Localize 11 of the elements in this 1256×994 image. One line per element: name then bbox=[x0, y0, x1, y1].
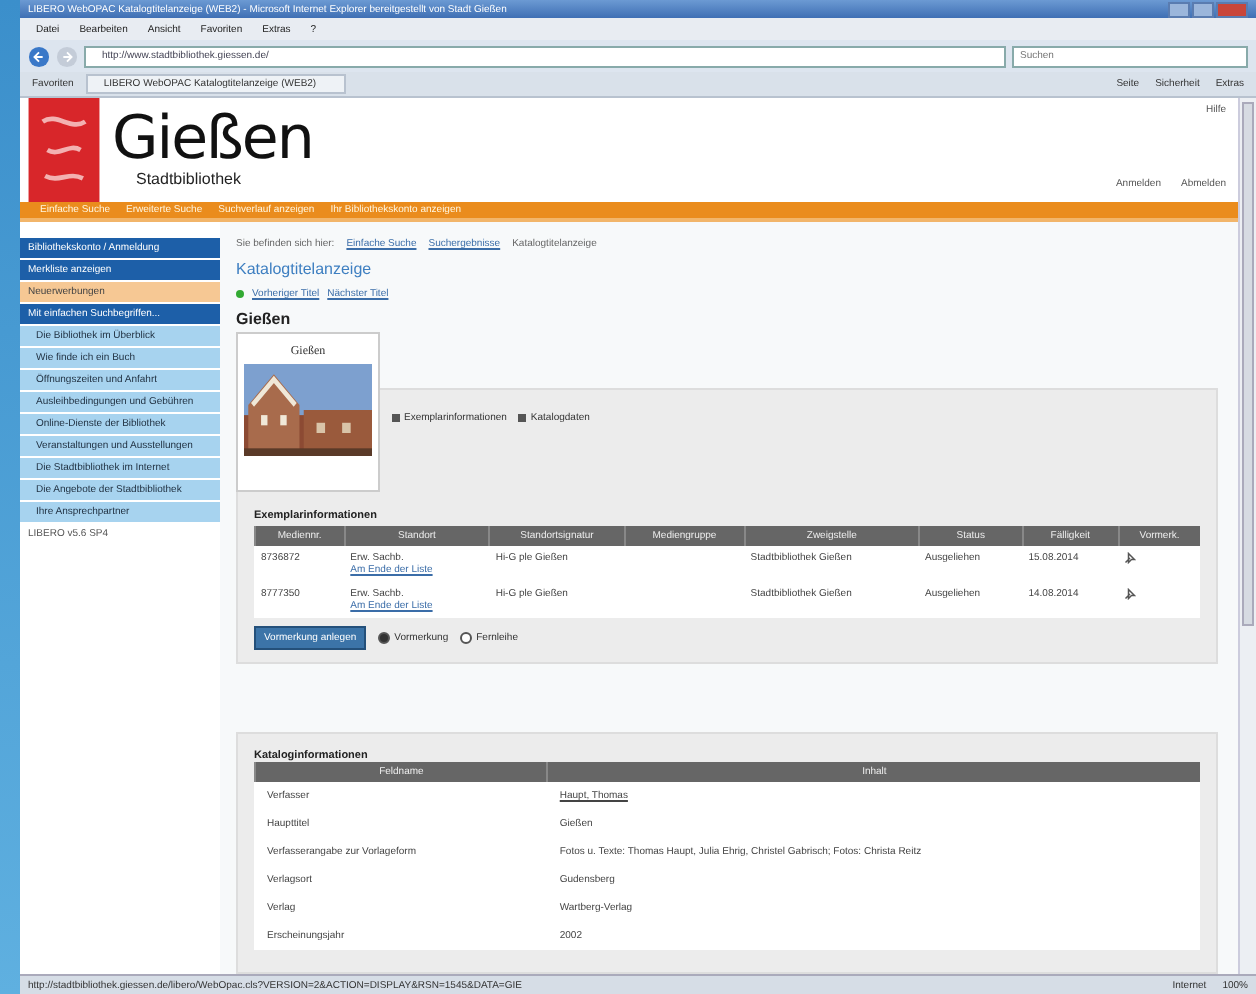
radio-button[interactable] bbox=[378, 632, 391, 644]
radio-button[interactable] bbox=[460, 632, 473, 644]
page-title: Katalogtitelanzeige bbox=[236, 260, 374, 278]
pin-icon[interactable] bbox=[1124, 588, 1137, 600]
scrollbar-thumb[interactable] bbox=[1242, 102, 1254, 626]
back-icon[interactable] bbox=[28, 45, 50, 67]
bullet-icon bbox=[236, 290, 244, 298]
logo-subtitle: Stadtbibliothek bbox=[134, 170, 243, 188]
record-title: Gießen bbox=[236, 310, 293, 328]
pin-icon[interactable] bbox=[1124, 552, 1137, 564]
logo-title: Gießen bbox=[112, 110, 313, 170]
